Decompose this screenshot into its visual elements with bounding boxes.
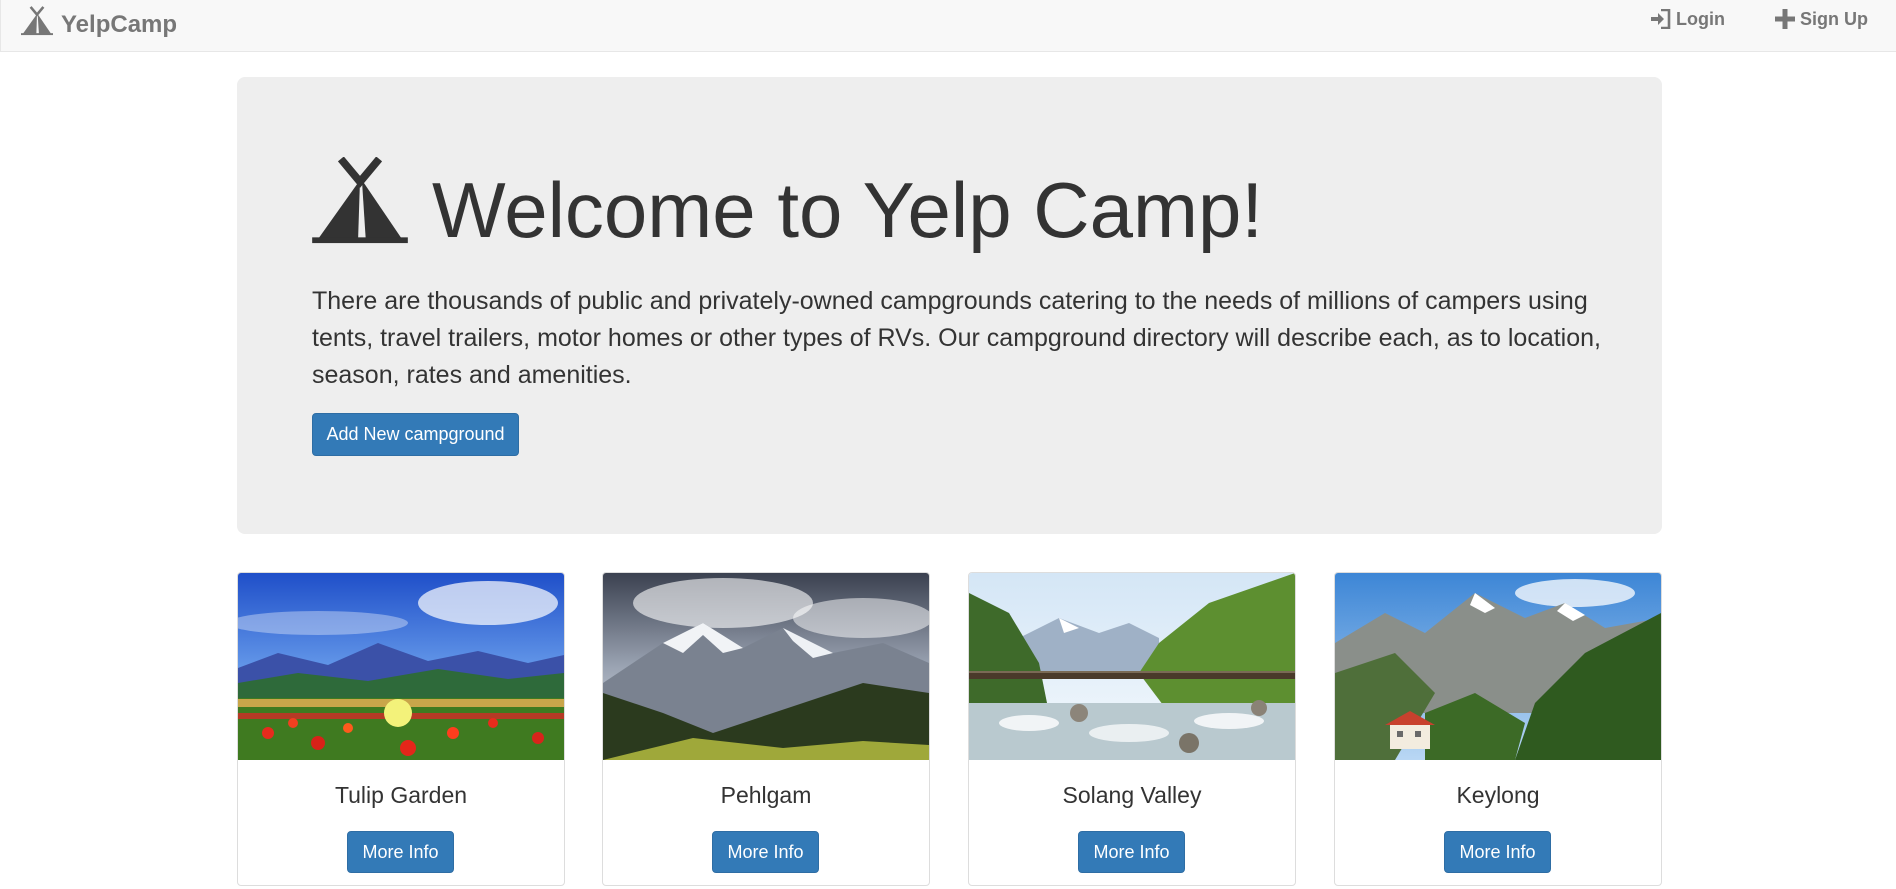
log-in-icon [1649,9,1676,29]
campground-card: Tulip Garden More Info [237,572,565,886]
hero-description: There are thousands of public and privat… [312,287,1601,389]
login-link[interactable]: Login [1649,9,1725,30]
nav-right: Login Sign Up [1599,0,1868,38]
tent-icon [21,6,53,36]
campground-grid: Tulip Garden More Info Pehlgam More Info… [237,572,1662,889]
navbar: YelpCamp Login Sign Up [0,0,1896,52]
campground-card: Keylong More Info [1334,572,1662,886]
campground-image [969,573,1295,760]
more-info-button[interactable]: More Info [1444,831,1551,873]
more-info-button[interactable]: More Info [1078,831,1185,873]
brand-link[interactable]: YelpCamp [21,4,177,44]
campground-card: Pehlgam More Info [602,572,930,886]
campground-image [603,573,929,760]
jumbotron: Welcome to Yelp Camp! There are thousand… [237,77,1662,534]
campground-name: Tulip Garden [334,782,468,808]
signup-label: Sign Up [1800,8,1868,29]
campground-name: Keylong [1456,782,1540,808]
campground-image [1335,573,1661,760]
more-info-button[interactable]: More Info [347,831,454,873]
hero-title: Welcome to Yelp Camp! [432,166,1263,254]
login-label: Login [1676,8,1725,29]
campground-image [238,573,564,760]
signup-link[interactable]: Sign Up [1775,9,1868,30]
campground-name: Pehlgam [720,782,812,808]
hero-header: Welcome to Yelp Camp! [312,157,1263,249]
tent-icon [312,157,408,245]
plus-icon [1775,9,1800,29]
campground-card: Solang Valley More Info [968,572,1296,886]
more-info-button[interactable]: More Info [712,831,819,873]
brand-name: YelpCamp [61,11,178,38]
campground-name: Solang Valley [1062,782,1202,808]
add-campground-button[interactable]: Add New campground [312,413,519,456]
